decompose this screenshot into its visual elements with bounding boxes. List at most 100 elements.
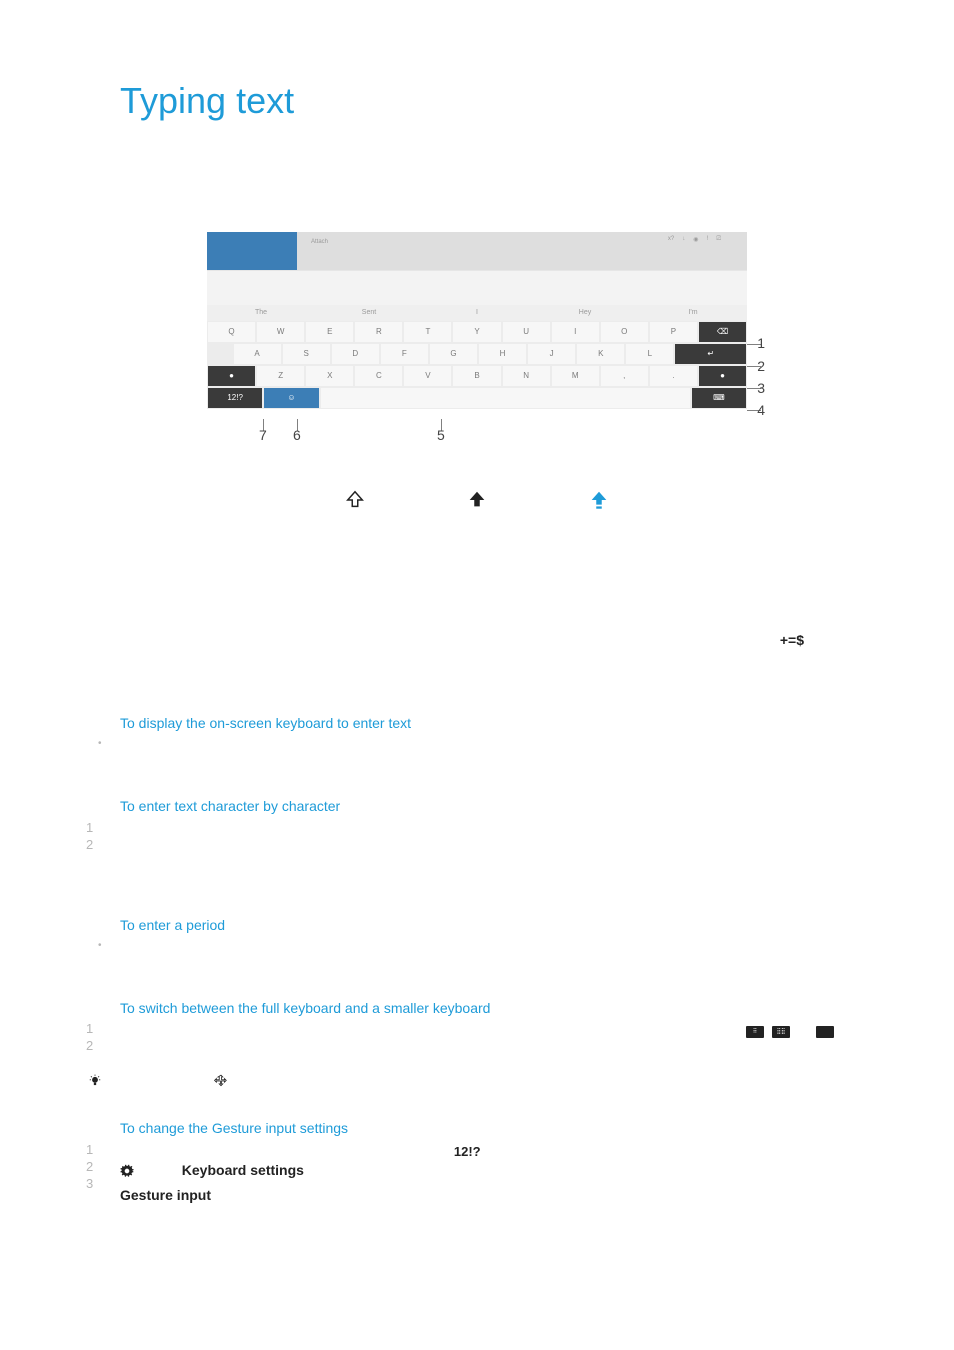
bullet-icon: • xyxy=(98,737,102,751)
key: K xyxy=(577,344,624,364)
gesture-step-2: Keyboard settings xyxy=(120,1161,834,1180)
section-gesture-settings: To change the Gesture input settings 1 2… xyxy=(120,1119,834,1205)
kbd-suggestion: Hey xyxy=(531,305,639,321)
key: S xyxy=(283,344,330,364)
key: A xyxy=(234,344,281,364)
kbd-top-bar: Attach x? ↓ ◉ ! ⎚ xyxy=(297,232,747,270)
step-numbers: 1 2 3 xyxy=(86,1142,93,1193)
step-number: 2 xyxy=(86,1038,93,1055)
section-enter-period: To enter a period • xyxy=(120,916,834,935)
keyboard-illustration: Attach x? ↓ ◉ ! ⎚ The Sent I Hey I'm Q xyxy=(207,232,747,409)
step-number: 1 xyxy=(86,1142,93,1159)
gesture-step-3: Gesture input xyxy=(120,1186,834,1205)
key: G xyxy=(430,344,477,364)
gear-icon xyxy=(120,1164,134,1178)
hint-row xyxy=(120,1070,834,1089)
key: D xyxy=(332,344,379,364)
kbd-top-icon: ⎚ xyxy=(716,236,721,243)
section-heading: To enter text character by character xyxy=(120,797,834,816)
kbd-top-icon: x? xyxy=(668,236,674,242)
shift-icon-states xyxy=(120,489,834,511)
key-shift: ● xyxy=(699,366,746,386)
wide-keyboard-icon: ⣿⣿ xyxy=(772,1026,790,1038)
section-enter-character: To enter text character by character 1 2 xyxy=(120,797,834,816)
callout-6: 6 xyxy=(293,427,301,443)
key-space xyxy=(321,388,690,408)
key: X xyxy=(306,366,353,386)
numeric-key-label: 12!? xyxy=(454,1144,481,1159)
split-keyboard-icon xyxy=(816,1026,834,1038)
kbd-suggestion: The xyxy=(207,305,315,321)
key: W xyxy=(257,322,304,342)
key: Z xyxy=(257,366,304,386)
callout-7: 7 xyxy=(259,427,267,443)
gesture-step-1: 12!? xyxy=(120,1142,834,1161)
kbd-row-2: A S D F G H J K L ↵ xyxy=(207,343,747,365)
lightbulb-icon xyxy=(88,1074,102,1088)
kbd-suggestion-row: The Sent I Hey I'm xyxy=(207,305,747,321)
kbd-top-icon: ↓ xyxy=(682,236,685,242)
step-number: 2 xyxy=(86,1159,93,1176)
callout-4: 4 xyxy=(757,402,765,418)
key-enter: ↵ xyxy=(675,344,746,364)
kbd-row-1: Q W E R T Y U I O P ⌫ xyxy=(207,321,747,343)
keyboard-layout-icons: ⠿ ⣿⣿ xyxy=(746,1026,834,1038)
shift-filled-icon xyxy=(466,489,488,511)
key: T xyxy=(404,322,451,342)
section-heading: To switch between the full keyboard and … xyxy=(120,999,834,1018)
step-numbers: 1 2 xyxy=(86,820,93,854)
step-number: 1 xyxy=(86,1021,93,1038)
key: F xyxy=(381,344,428,364)
kbd-top-icon: ◉ xyxy=(693,236,698,243)
kbd-text-area xyxy=(207,270,747,305)
step-number: 1 xyxy=(86,820,93,837)
key: . xyxy=(650,366,697,386)
bullet-icon: • xyxy=(98,939,102,953)
key: V xyxy=(404,366,451,386)
section-heading: To change the Gesture input settings xyxy=(120,1119,834,1138)
key-shift: ● xyxy=(208,366,255,386)
key: E xyxy=(306,322,353,342)
key: H xyxy=(479,344,526,364)
symbols-note: +=$ xyxy=(120,631,834,650)
kbd-suggestion: I'm xyxy=(639,305,747,321)
callout-5: 5 xyxy=(437,427,445,443)
section-switch-keyboard: To switch between the full keyboard and … xyxy=(120,999,834,1041)
section-heading: To enter a period xyxy=(120,916,834,935)
key-keyboard-toggle: ⌨ xyxy=(692,388,746,408)
key-spacer xyxy=(208,344,232,364)
key: N xyxy=(503,366,550,386)
key: C xyxy=(355,366,402,386)
kbd-attach-label: Attach xyxy=(311,239,328,245)
kbd-row-3: ● Z X C V B N M , . ● xyxy=(207,365,747,387)
callout-1: 1 xyxy=(757,335,765,351)
key: I xyxy=(552,322,599,342)
section-heading: To display the on-screen keyboard to ent… xyxy=(120,714,834,733)
key: O xyxy=(601,322,648,342)
key: L xyxy=(626,344,673,364)
step-number: 2 xyxy=(86,837,93,854)
gesture-input-label: Gesture input xyxy=(120,1187,211,1203)
key: R xyxy=(355,322,402,342)
step-number: 3 xyxy=(86,1176,93,1193)
section-display-keyboard: To display the on-screen keyboard to ent… xyxy=(120,714,834,733)
keyboard-settings-label: Keyboard settings xyxy=(182,1162,304,1178)
move-arrows-icon xyxy=(214,1074,228,1088)
kbd-row-4: 12!? ☺ ⌨ xyxy=(207,387,747,409)
kbd-top-icon: ! xyxy=(707,236,709,242)
full-keyboard-icon: ⠿ xyxy=(746,1026,764,1038)
shift-capslock-icon xyxy=(588,489,610,511)
key: , xyxy=(601,366,648,386)
key-emoji: ☺ xyxy=(264,388,318,408)
callout-2: 2 xyxy=(757,358,765,374)
key: U xyxy=(503,322,550,342)
kbd-suggestion: Sent xyxy=(315,305,423,321)
step-numbers: 1 2 xyxy=(86,1021,93,1055)
page-title: Typing text xyxy=(120,80,834,122)
key: J xyxy=(528,344,575,364)
kbd-suggestion: I xyxy=(423,305,531,321)
key: P xyxy=(650,322,697,342)
key: M xyxy=(552,366,599,386)
key: Y xyxy=(453,322,500,342)
key-backspace: ⌫ xyxy=(699,322,746,342)
